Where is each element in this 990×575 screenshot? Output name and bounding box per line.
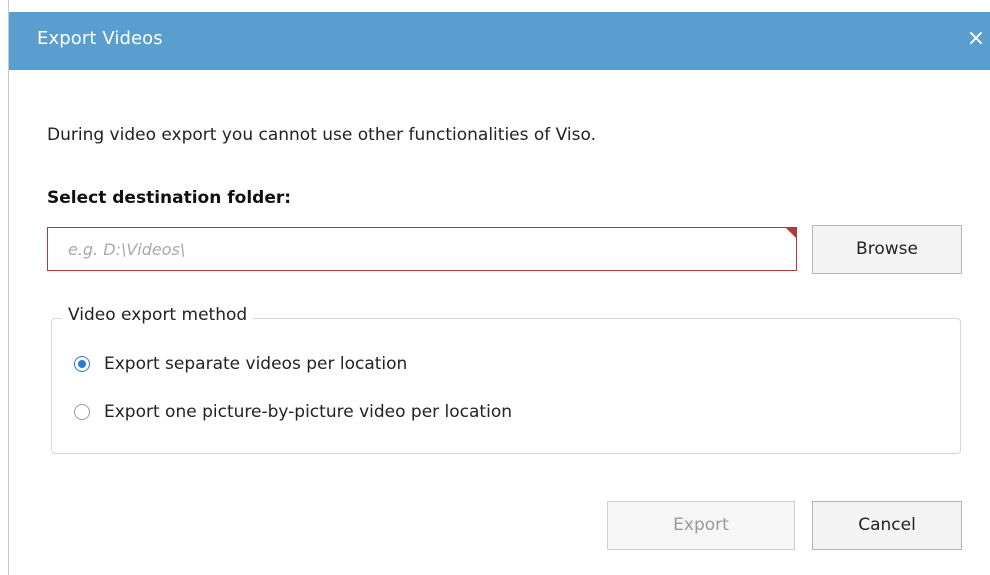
validation-error-icon	[786, 228, 796, 238]
export-method-group: Video export method Export separate vide…	[51, 305, 961, 454]
radio-option-picture-by-picture[interactable]: Export one picture-by-picture video per …	[74, 397, 512, 427]
cancel-button[interactable]: Cancel	[812, 501, 962, 550]
destination-folder-label: Select destination folder:	[47, 188, 292, 208]
destination-folder-input[interactable]	[47, 227, 797, 271]
radio-label: Export one picture-by-picture video per …	[104, 402, 512, 422]
radio-button-unchecked[interactable]	[74, 404, 90, 420]
info-text: During video export you cannot use other…	[47, 125, 597, 145]
close-icon[interactable]: ×	[965, 26, 987, 52]
export-videos-dialog: Export Videos × During video export you …	[8, 0, 990, 575]
radio-label: Export separate videos per location	[104, 354, 408, 374]
export-method-legend: Video export method	[62, 305, 254, 325]
export-button[interactable]: Export	[607, 501, 795, 550]
dialog-title: Export Videos	[37, 28, 163, 49]
radio-button-checked[interactable]	[74, 356, 90, 372]
dialog-titlebar: Export Videos ×	[9, 12, 990, 70]
browse-button[interactable]: Browse	[812, 225, 962, 274]
radio-option-separate-videos[interactable]: Export separate videos per location	[74, 349, 407, 379]
